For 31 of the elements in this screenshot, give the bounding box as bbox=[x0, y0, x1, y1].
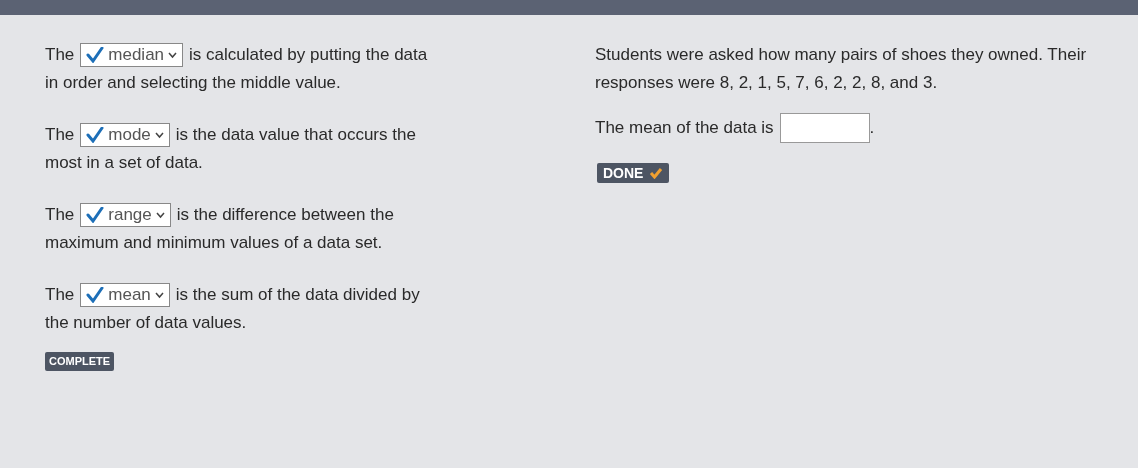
statement-text: is the data value that occurs the bbox=[175, 124, 416, 146]
caret-icon bbox=[154, 291, 164, 299]
check-icon bbox=[649, 167, 664, 179]
statement-text: is calculated by putting the data bbox=[189, 44, 428, 66]
answer-dropdown[interactable]: mode bbox=[80, 123, 170, 147]
answer-field[interactable] bbox=[779, 113, 870, 143]
caret-icon bbox=[154, 131, 164, 139]
statement-text: in order and selecting the middle value. bbox=[45, 72, 341, 94]
caret-icon bbox=[168, 51, 178, 59]
question-text: The mean of the data is bbox=[595, 117, 774, 139]
check-icon bbox=[86, 47, 105, 63]
statement-text: The bbox=[45, 284, 75, 306]
caret-icon bbox=[155, 211, 165, 219]
check-icon bbox=[86, 287, 105, 303]
statement-text: is the difference between the bbox=[176, 204, 394, 226]
statement-text: the number of data values. bbox=[45, 312, 247, 334]
answer-dropdown[interactable]: median bbox=[80, 43, 184, 67]
done-button[interactable]: DONE bbox=[597, 163, 670, 183]
problem-text: Students were asked how many pairs of shoes they owned. Their responses were 8, 2, 1, 5, 7, 6, 2, 2, 8, and 3. bbox=[595, 44, 1088, 94]
question-text: . bbox=[869, 117, 875, 139]
statement-text: maximum and minimum values of a data set. bbox=[45, 232, 383, 254]
statement-text: The bbox=[45, 124, 75, 146]
status-badge: COMPLETE bbox=[45, 352, 115, 371]
statement-text: The bbox=[45, 204, 75, 226]
answer-dropdown[interactable]: range bbox=[80, 203, 171, 227]
answer-dropdown[interactable]: mean bbox=[80, 283, 170, 307]
check-icon bbox=[86, 127, 105, 143]
statement-text: The bbox=[45, 44, 75, 66]
check-icon bbox=[86, 207, 105, 223]
statement-text: is the sum of the data divided by bbox=[175, 284, 420, 306]
statement-text: most in a set of data. bbox=[45, 152, 203, 174]
